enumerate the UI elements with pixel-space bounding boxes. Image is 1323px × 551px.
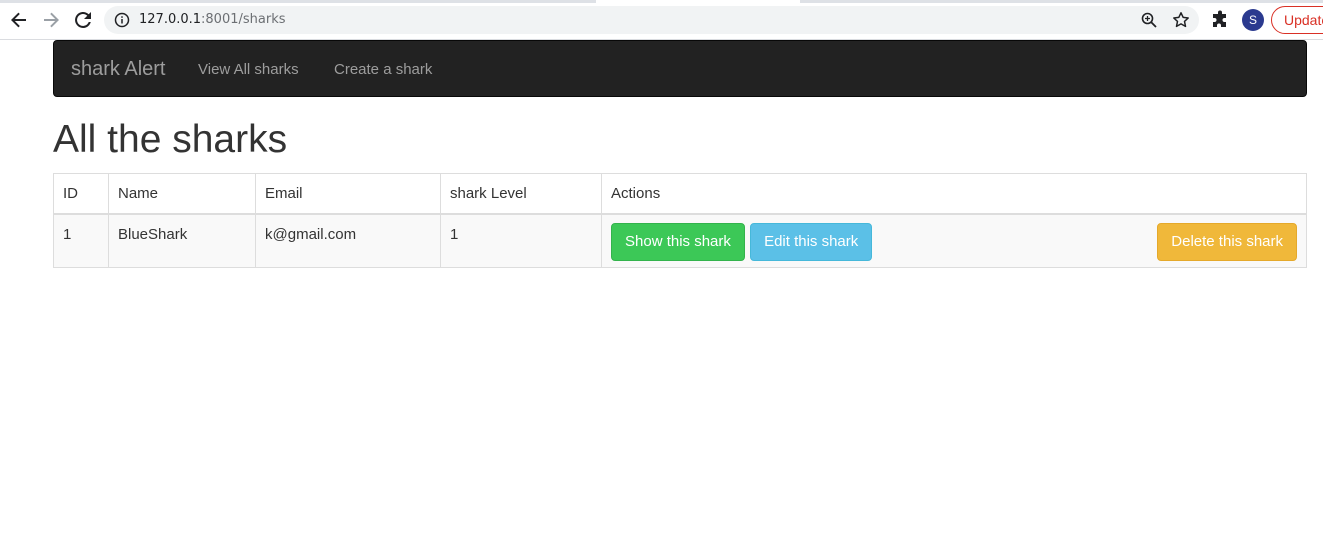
bookmark-star-icon[interactable]	[1172, 11, 1190, 29]
browser-toolbar: 127.0.0.1:8001/sharks S Update	[0, 0, 1323, 40]
column-header-shark-level: shark Level	[440, 173, 602, 215]
column-header-email: Email	[255, 173, 441, 215]
cell-shark-level: 1	[440, 213, 602, 268]
nav-link-create-shark[interactable]: Create a shark	[334, 61, 432, 79]
cell-actions: Show this shark Edit this shark Delete t…	[601, 213, 1307, 268]
extensions-puzzle-icon[interactable]	[1210, 10, 1230, 30]
table-header-row: ID Name Email shark Level Actions	[53, 173, 1307, 215]
nav-link-view-all-sharks[interactable]: View All sharks	[198, 61, 299, 79]
back-icon[interactable]	[7, 8, 31, 32]
column-header-name: Name	[108, 173, 256, 215]
cell-name: BlueShark	[108, 213, 256, 268]
info-icon[interactable]	[114, 12, 130, 28]
forward-icon[interactable]	[39, 8, 63, 32]
tab-strip-edge	[0, 0, 596, 3]
edit-shark-button[interactable]: Edit this shark	[750, 222, 873, 261]
page-title: All the sharks	[53, 118, 288, 161]
sharks-table: ID Name Email shark Level Actions 1 Blue…	[53, 173, 1307, 268]
profile-avatar[interactable]: S	[1242, 9, 1264, 31]
url-host: 127.0.0.1	[139, 12, 202, 27]
zoom-icon[interactable]	[1140, 11, 1158, 29]
column-header-actions: Actions	[601, 173, 1307, 215]
tab-strip-edge	[800, 0, 1323, 3]
url-text: 127.0.0.1:8001/sharks	[139, 12, 286, 28]
cell-email: k@gmail.com	[255, 213, 441, 268]
table-row: 1 BlueShark k@gmail.com 1 Show this shar…	[53, 213, 1307, 268]
address-bar[interactable]: 127.0.0.1:8001/sharks	[104, 6, 1199, 34]
update-button[interactable]: Update	[1271, 6, 1323, 34]
url-path: :8001/sharks	[201, 12, 286, 27]
show-shark-button[interactable]: Show this shark	[611, 222, 745, 261]
cell-id: 1	[53, 213, 109, 268]
column-header-id: ID	[53, 173, 109, 215]
app-navbar: shark Alert View All sharks Create a sha…	[53, 40, 1307, 97]
reload-icon[interactable]	[71, 8, 95, 32]
navbar-brand[interactable]: shark Alert	[71, 58, 165, 80]
delete-shark-button[interactable]: Delete this shark	[1157, 222, 1297, 261]
